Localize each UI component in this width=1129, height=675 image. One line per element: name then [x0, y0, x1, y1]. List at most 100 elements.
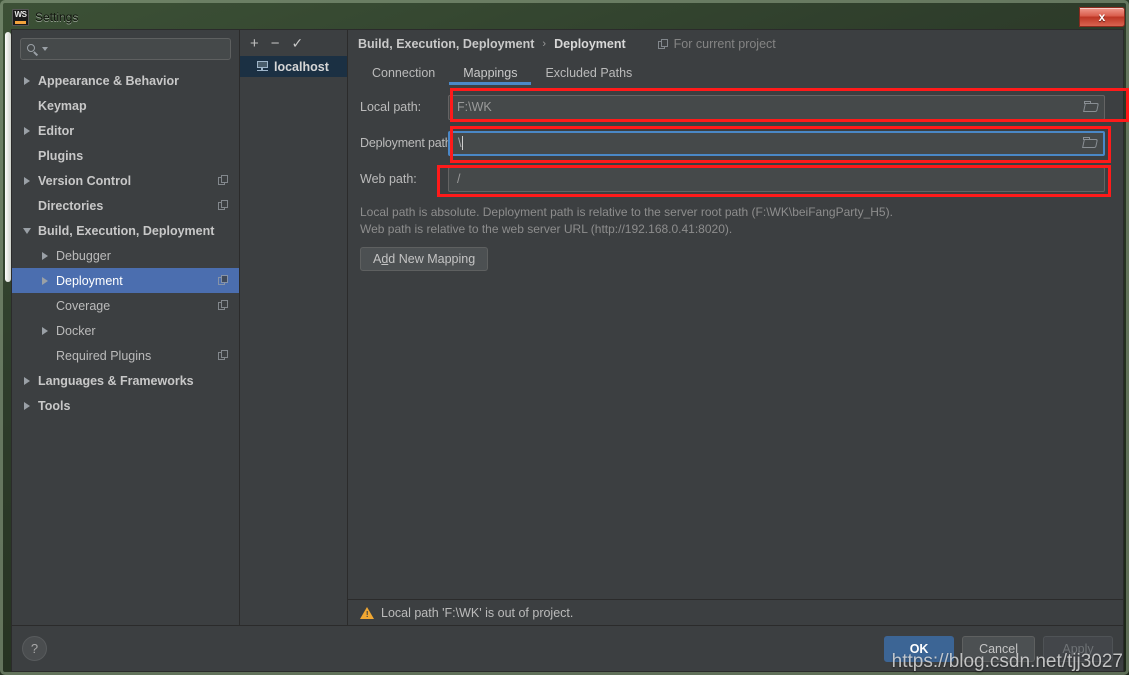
web-path-label: Web path:	[360, 172, 417, 186]
add-new-mapping-button[interactable]: Add New Mapping	[360, 247, 489, 271]
chevron-right-icon[interactable]	[20, 401, 33, 410]
deployment-path-value: \	[458, 136, 462, 150]
title-bar: WS Settings x	[6, 6, 1129, 28]
sidebar-item-plugins[interactable]: Plugins	[12, 143, 239, 168]
server-label: localhost	[274, 59, 329, 74]
sidebar-item-tools[interactable]: Tools	[12, 393, 239, 418]
chevron-right-icon[interactable]	[20, 176, 33, 185]
local-path-input[interactable]: F:\WK	[448, 94, 1105, 120]
help-button[interactable]: ?	[22, 636, 47, 661]
sidebar-item-label: Appearance & Behavior	[38, 73, 180, 88]
content-panel: Build, Execution, Deployment › Deploymen…	[348, 30, 1123, 625]
add-mapping-accel: d	[381, 252, 389, 266]
sidebar-item-directories[interactable]: Directories	[12, 193, 239, 218]
text-cursor	[462, 136, 464, 150]
deployment-path-input[interactable]: \	[448, 130, 1105, 156]
project-scope-icon	[218, 275, 229, 286]
chevron-right-icon[interactable]	[20, 76, 33, 85]
browse-folder-icon[interactable]	[1083, 100, 1100, 115]
sidebar-item-languages-frameworks[interactable]: Languages & Frameworks	[12, 368, 239, 393]
browse-folder-icon[interactable]	[1082, 136, 1099, 151]
web-path-value: /	[457, 172, 461, 186]
add-mapping-suffix: d New Mapping	[388, 252, 476, 266]
project-scope-icon	[218, 300, 229, 311]
project-scope-icon	[218, 175, 229, 186]
sidebar-item-label: Directories	[38, 198, 104, 213]
sidebar-item-build-execution-deployment[interactable]: Build, Execution, Deployment	[12, 218, 239, 243]
web-path-input[interactable]: /	[448, 166, 1105, 192]
field-row: Web path: /	[348, 166, 1123, 192]
mappings-form: Local path: F:\WK Deployment path: \ Web pat…	[348, 85, 1123, 271]
project-scope-icon	[218, 350, 229, 361]
breadcrumb-parent: Build, Execution, Deployment	[358, 37, 535, 51]
sidebar-item-label: Required Plugins	[56, 348, 152, 363]
dialog-main: Appearance & Behavior Keymap Editor Plugins…	[5, 30, 1123, 625]
sidebar-item-version-control[interactable]: Version Control	[12, 168, 239, 193]
breadcrumb-current: Deployment	[554, 37, 626, 51]
sidebar-item-coverage[interactable]: Coverage	[12, 293, 239, 318]
sidebar-item-label: Keymap	[38, 98, 87, 113]
tab-connection[interactable]: Connection	[358, 60, 449, 85]
sidebar-item-label: Languages & Frameworks	[38, 373, 194, 388]
chevron-down-icon[interactable]	[20, 227, 33, 234]
sidebar-item-appearance-behavior[interactable]: Appearance & Behavior	[12, 68, 239, 93]
close-icon: x	[1098, 10, 1106, 24]
chevron-right-icon[interactable]	[38, 251, 51, 260]
sidebar-item-label: Plugins	[38, 148, 84, 163]
set-default-server-button[interactable]: ✓	[292, 36, 304, 50]
scope-indicator: For current project	[657, 37, 776, 51]
settings-sidebar: Appearance & Behavior Keymap Editor Plugins…	[5, 30, 240, 625]
sidebar-item-required-plugins[interactable]: Required Plugins	[12, 343, 239, 368]
help-icon: ?	[30, 641, 39, 656]
field-row: Deployment path: \	[348, 130, 1123, 156]
sidebar-item-editor[interactable]: Editor	[12, 118, 239, 143]
server-icon	[256, 61, 269, 72]
servers-toolbar: + − ✓	[240, 30, 347, 56]
project-scope-icon	[657, 38, 669, 50]
search-input[interactable]	[48, 41, 224, 57]
status-bar: ! Local path 'F:\WK' is out of project.	[348, 599, 1123, 625]
watermark: https://blog.csdn.net/tjj3027	[891, 651, 1123, 672]
chevron-right-icon[interactable]	[20, 376, 33, 385]
tab-label: Mappings	[463, 65, 518, 80]
sidebar-item-docker[interactable]: Docker	[12, 318, 239, 343]
server-list-item[interactable]: localhost	[240, 56, 347, 77]
chevron-right-icon[interactable]	[38, 276, 51, 285]
warning-message: Local path 'F:\WK' is out of project.	[381, 605, 574, 620]
search-box[interactable]	[20, 38, 231, 60]
breadcrumb: Build, Execution, Deployment › Deploymen…	[348, 30, 1123, 58]
chevron-right-icon[interactable]	[20, 126, 33, 135]
tab-excluded-paths[interactable]: Excluded Paths	[531, 60, 646, 85]
sidebar-item-label: Editor	[38, 123, 75, 138]
close-button[interactable]: x	[1079, 7, 1125, 27]
scope-label: For current project	[673, 37, 776, 51]
field-row: Local path: F:\WK	[348, 94, 1123, 120]
remove-server-button[interactable]: −	[271, 36, 280, 51]
search-container	[12, 30, 239, 66]
sidebar-scrollbar[interactable]	[4, 30, 12, 625]
sidebar-scrollbar-thumb[interactable]	[5, 32, 11, 282]
add-mapping-prefix: A	[373, 252, 382, 266]
sidebar-item-label: Deployment	[56, 273, 123, 288]
sidebar-item-deployment[interactable]: Deployment	[12, 268, 239, 293]
hint-line-1: Local path is absolute. Deployment path …	[360, 205, 893, 219]
add-server-button[interactable]: +	[250, 36, 259, 51]
content-scrollbar[interactable]	[1113, 58, 1123, 598]
settings-dialog: Appearance & Behavior Keymap Editor Plugins…	[5, 29, 1124, 672]
sidebar-item-keymap[interactable]: Keymap	[12, 93, 239, 118]
settings-window: WS Settings x Appearance & Behavior Keym…	[0, 0, 1129, 675]
servers-panel: + − ✓ localhost	[240, 30, 348, 625]
local-path-value: F:\WK	[457, 100, 492, 114]
sidebar-item-label: Tools	[38, 398, 71, 413]
sidebar-item-label: Docker	[56, 323, 96, 338]
sidebar-item-label: Build, Execution, Deployment	[38, 223, 215, 238]
breadcrumb-separator: ›	[542, 38, 547, 50]
servers-list: localhost	[240, 56, 347, 625]
tab-label: Excluded Paths	[545, 65, 633, 80]
search-icon	[27, 43, 40, 56]
settings-tree: Appearance & Behavior Keymap Editor Plugins…	[12, 66, 239, 625]
chevron-right-icon[interactable]	[38, 326, 51, 335]
tab-mappings[interactable]: Mappings	[449, 60, 532, 85]
window-title: Settings	[35, 10, 79, 24]
sidebar-item-debugger[interactable]: Debugger	[12, 243, 239, 268]
